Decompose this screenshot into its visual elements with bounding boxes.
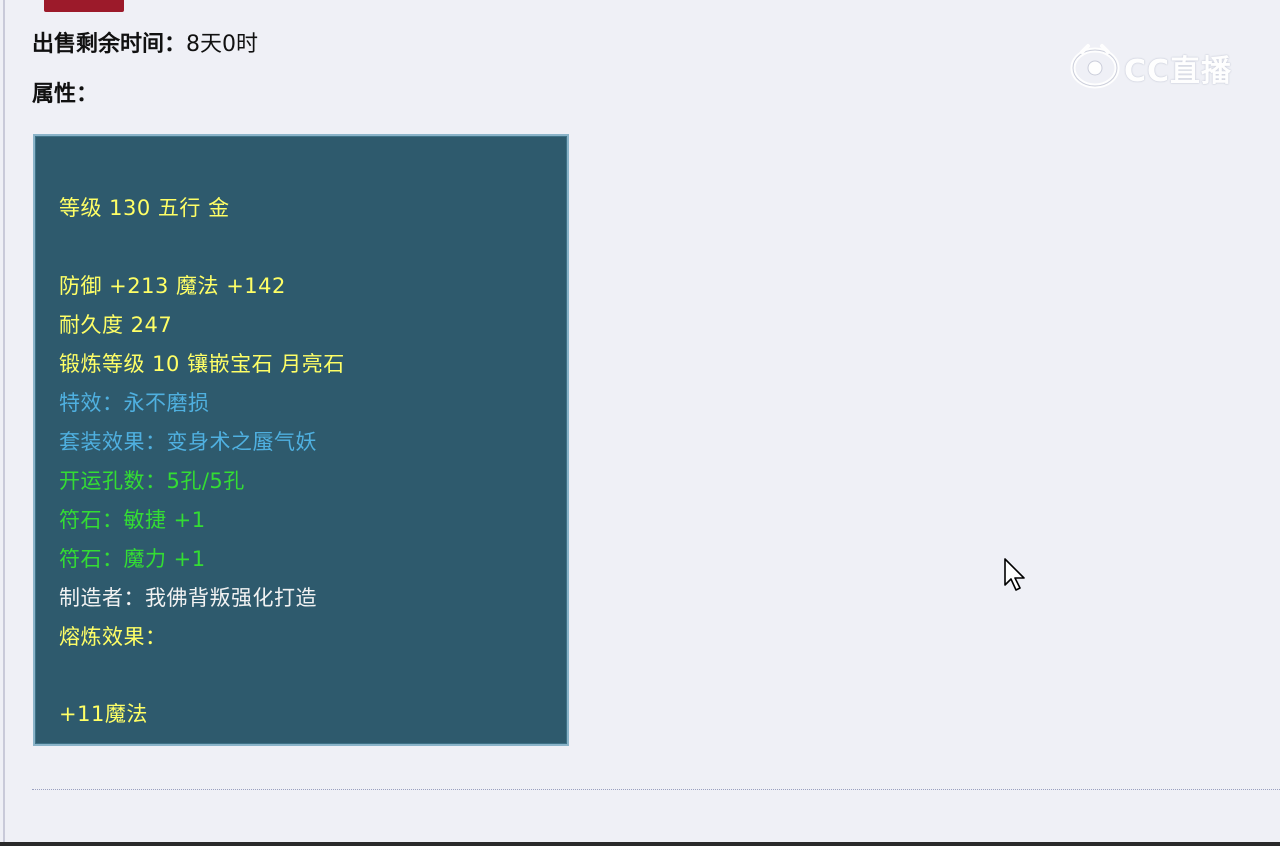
cc-eye-logo-icon <box>1070 43 1120 93</box>
attr-smelt-label: 熔炼效果： <box>59 625 167 649</box>
attributes-label: 属性： <box>32 82 99 107</box>
attr-forge-gem: 锻炼等级 10 镶嵌宝石 月亮石 <box>59 352 345 376</box>
attributes-row: 属性： <box>32 76 98 108</box>
attr-smelt-value: +11魔法 <box>59 702 148 726</box>
watermark: CC直播 <box>1070 44 1232 92</box>
attr-special-effect: 特效：永不磨损 <box>59 391 210 415</box>
watermark-text: CC直播 <box>1124 54 1233 89</box>
attr-rune-agility: 符石：敏捷 +1 <box>59 508 206 532</box>
section-divider <box>32 789 1280 790</box>
bottom-border <box>0 842 1280 846</box>
attr-set-effect: 套装效果：变身术之蜃气妖 <box>59 430 317 454</box>
page: 出售剩余时间：8天0时 属性： 等级 130 五行 金 防御 +213 魔法 +… <box>0 0 1280 846</box>
sale-time-value: 8天0时 <box>186 32 259 57</box>
attr-level-element: 等级 130 五行 金 <box>59 196 230 220</box>
attribute-panel: 等级 130 五行 金 防御 +213 魔法 +142 耐久度 247 锻炼等级… <box>33 134 569 746</box>
attr-luck-holes: 开运孔数：5孔/5孔 <box>59 469 245 493</box>
attr-maker: 制造者：我佛背叛强化打造 <box>59 586 317 610</box>
price-badge[interactable] <box>44 0 124 12</box>
sale-time-label: 出售剩余时间： <box>32 32 187 57</box>
mouse-pointer-icon <box>1003 557 1027 593</box>
left-border <box>3 0 5 846</box>
attr-defense-magic: 防御 +213 魔法 +142 <box>59 274 286 298</box>
attr-rune-magic: 符石：魔力 +1 <box>59 547 206 571</box>
top-cut-row <box>32 0 124 12</box>
attr-durability: 耐久度 247 <box>59 313 173 337</box>
sale-time-row: 出售剩余时间：8天0时 <box>32 26 258 58</box>
